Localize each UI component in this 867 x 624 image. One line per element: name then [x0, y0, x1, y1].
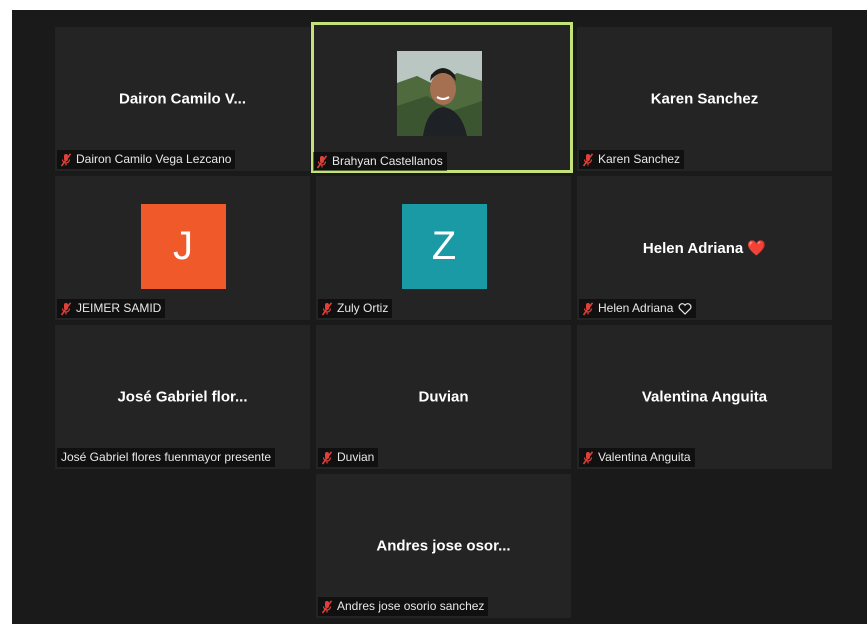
participant-name-tag: Valentina Anguita [579, 448, 695, 467]
video-frame-icon [397, 51, 482, 136]
participant-tile[interactable]: Karen Sanchez Karen Sanchez [577, 27, 832, 171]
participant-tile[interactable]: José Gabriel flor... José Gabriel flores… [55, 325, 310, 469]
participant-tile[interactable]: Valentina Anguita Valentina Anguita [577, 325, 832, 469]
participant-tile[interactable]: Duvian Duvian [316, 325, 571, 469]
participant-name-tag: Dairon Camilo Vega Lezcano [57, 150, 236, 169]
participant-name: Duvian [337, 450, 375, 464]
mic-muted-icon [582, 450, 594, 464]
participant-name-tag: Andres jose osorio sanchez [318, 597, 489, 616]
participant-display-name: José Gabriel flor... [117, 388, 248, 406]
participant-name-tag: Karen Sanchez [579, 150, 685, 169]
mic-muted-icon [582, 152, 594, 166]
video-gallery: Dairon Camilo V... Dairon Camilo Vega Le… [12, 10, 867, 624]
participant-display-name: Karen Sanchez [650, 90, 759, 108]
participant-name-tag: Duvian [318, 448, 379, 467]
participant-name: José Gabriel flores fuenmayor presente [61, 450, 272, 464]
participant-name: Andres jose osorio sanchez [337, 599, 485, 613]
mic-muted-icon [60, 152, 72, 166]
participant-name: Dairon Camilo Vega Lezcano [76, 152, 232, 166]
mic-muted-icon [316, 154, 328, 168]
participant-name-tag: JEIMER SAMID [57, 299, 166, 318]
mic-muted-icon [321, 599, 333, 613]
participant-tile[interactable]: Z Zuly Ortiz [316, 176, 571, 320]
participant-name: Valentina Anguita [598, 450, 691, 464]
participant-video [397, 51, 482, 136]
participant-name-tag: Helen Adriana [579, 299, 697, 318]
avatar: Z [401, 204, 487, 289]
participant-name: Zuly Ortiz [337, 301, 389, 315]
mic-muted-icon [582, 301, 594, 315]
participant-name: Karen Sanchez [598, 152, 681, 166]
participant-name-tag: Brahyan Castellanos [313, 152, 447, 171]
participant-name: JEIMER SAMID [76, 301, 162, 315]
participant-tile[interactable]: Andres jose osor... Andres jose osorio s… [316, 474, 571, 618]
participant-tile-active-speaker[interactable]: Brahyan Castellanos [311, 22, 573, 173]
participant-display-name: Valentina Anguita [641, 388, 768, 406]
heart-outline-icon [678, 302, 692, 315]
participant-name-tag: José Gabriel flores fuenmayor presente [57, 448, 276, 467]
participant-name-tag: Zuly Ortiz [318, 299, 393, 318]
participant-display-name: Dairon Camilo V... [119, 90, 246, 108]
participant-display-name: Helen Adriana ❤️ [642, 240, 767, 257]
participant-tile[interactable]: Helen Adriana ❤️ Helen Adriana [577, 176, 832, 320]
participant-display-name: Duvian [418, 388, 469, 406]
participant-tile[interactable]: Dairon Camilo V... Dairon Camilo Vega Le… [55, 27, 310, 171]
participant-name: Helen Adriana [598, 301, 674, 315]
mic-muted-icon [321, 450, 333, 464]
avatar: J [140, 204, 226, 289]
participant-display-name: Andres jose osor... [376, 537, 511, 555]
mic-muted-icon [60, 301, 72, 315]
participant-name: Brahyan Castellanos [332, 154, 443, 168]
mic-muted-icon [321, 301, 333, 315]
participant-tile[interactable]: J JEIMER SAMID [55, 176, 310, 320]
